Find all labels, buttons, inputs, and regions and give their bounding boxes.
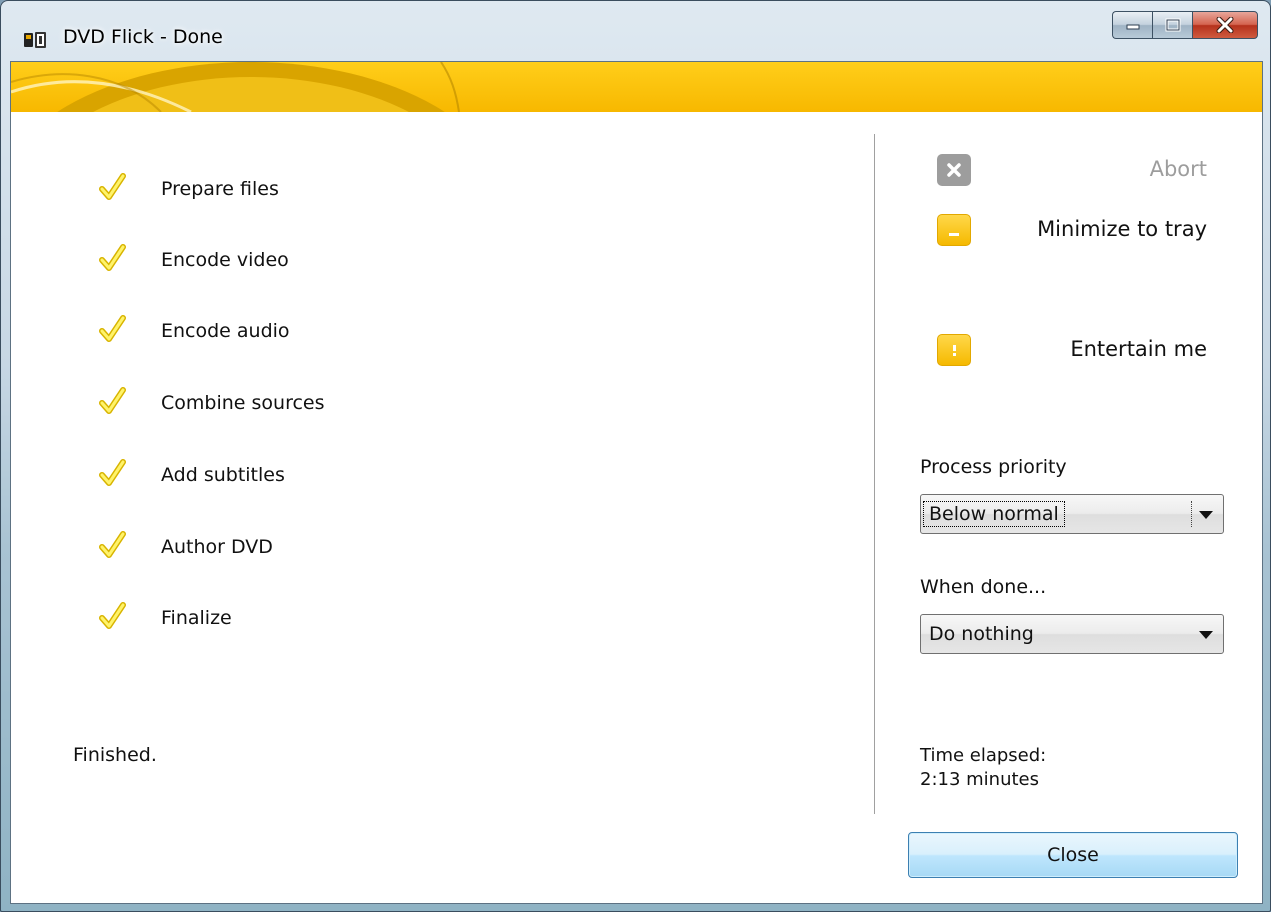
process-priority-label: Process priority (920, 456, 1067, 478)
checkmark-icon (99, 531, 126, 558)
close-button[interactable]: Close (908, 832, 1238, 878)
x-icon (937, 154, 971, 186)
chevron-down-icon (1199, 631, 1213, 639)
chevron-down-icon (1199, 511, 1213, 519)
status-text: Finished. (73, 744, 157, 766)
checkmark-icon (99, 315, 126, 342)
maximize-icon (1165, 18, 1180, 32)
window-frame: DVD Flick - Done Prepare files Encode vi… (0, 0, 1271, 912)
step-label: Prepare files (161, 178, 279, 200)
step-item: Encode audio (11, 310, 611, 350)
close-icon (1216, 17, 1234, 33)
step-label: Combine sources (161, 392, 325, 414)
dvd-disc-graphic (11, 62, 460, 112)
header-banner (11, 62, 1262, 112)
step-label: Author DVD (161, 536, 273, 558)
checkmark-icon (99, 244, 126, 271)
step-label: Finalize (161, 607, 232, 629)
minimize-to-tray-label: Minimize to tray (1037, 217, 1207, 241)
when-done-select[interactable]: Do nothing (920, 614, 1224, 654)
step-item: Author DVD (11, 526, 611, 566)
abort-button[interactable]: Abort (937, 154, 1207, 194)
step-item: Encode video (11, 239, 611, 279)
minimize-to-tray-button[interactable]: Minimize to tray (937, 214, 1207, 254)
checkmark-icon (99, 387, 126, 414)
step-label: Encode video (161, 249, 289, 271)
window-title: DVD Flick - Done (63, 26, 223, 48)
exclamation-icon (937, 334, 971, 366)
maximize-button[interactable] (1152, 11, 1192, 39)
checkmark-icon (99, 173, 126, 200)
step-item: Combine sources (11, 382, 611, 422)
dialog-content: Prepare files Encode video Encode audio … (10, 61, 1263, 904)
dvd-flick-icon (24, 32, 46, 48)
focus-separator (1191, 501, 1193, 527)
when-done-label: When done... (920, 576, 1047, 598)
minimize-icon (937, 214, 971, 246)
vertical-divider (874, 134, 875, 814)
close-button-label: Close (1047, 844, 1099, 866)
abort-label: Abort (1149, 157, 1207, 181)
time-elapsed-label: Time elapsed: (920, 745, 1047, 766)
step-label: Encode audio (161, 320, 290, 342)
step-label: Add subtitles (161, 464, 285, 486)
step-item: Add subtitles (11, 454, 611, 494)
caption-buttons (1112, 11, 1258, 41)
minimize-icon (1126, 24, 1139, 30)
checkmark-icon (99, 459, 126, 486)
time-elapsed-value: 2:13 minutes (920, 769, 1040, 790)
time-elapsed: Time elapsed: 2:13 minutes (920, 744, 1046, 792)
step-item: Finalize (11, 597, 611, 637)
when-done-value: Do nothing (929, 623, 1034, 645)
checkmark-icon (99, 602, 126, 629)
entertain-me-label: Entertain me (1070, 337, 1207, 361)
entertain-me-button[interactable]: Entertain me (937, 334, 1207, 374)
title-bar[interactable]: DVD Flick - Done (1, 1, 1270, 61)
minimize-button[interactable] (1112, 11, 1152, 39)
process-priority-value: Below normal (923, 501, 1065, 527)
step-item: Prepare files (11, 168, 611, 208)
close-window-button[interactable] (1192, 11, 1258, 39)
process-priority-select[interactable]: Below normal (920, 494, 1224, 534)
